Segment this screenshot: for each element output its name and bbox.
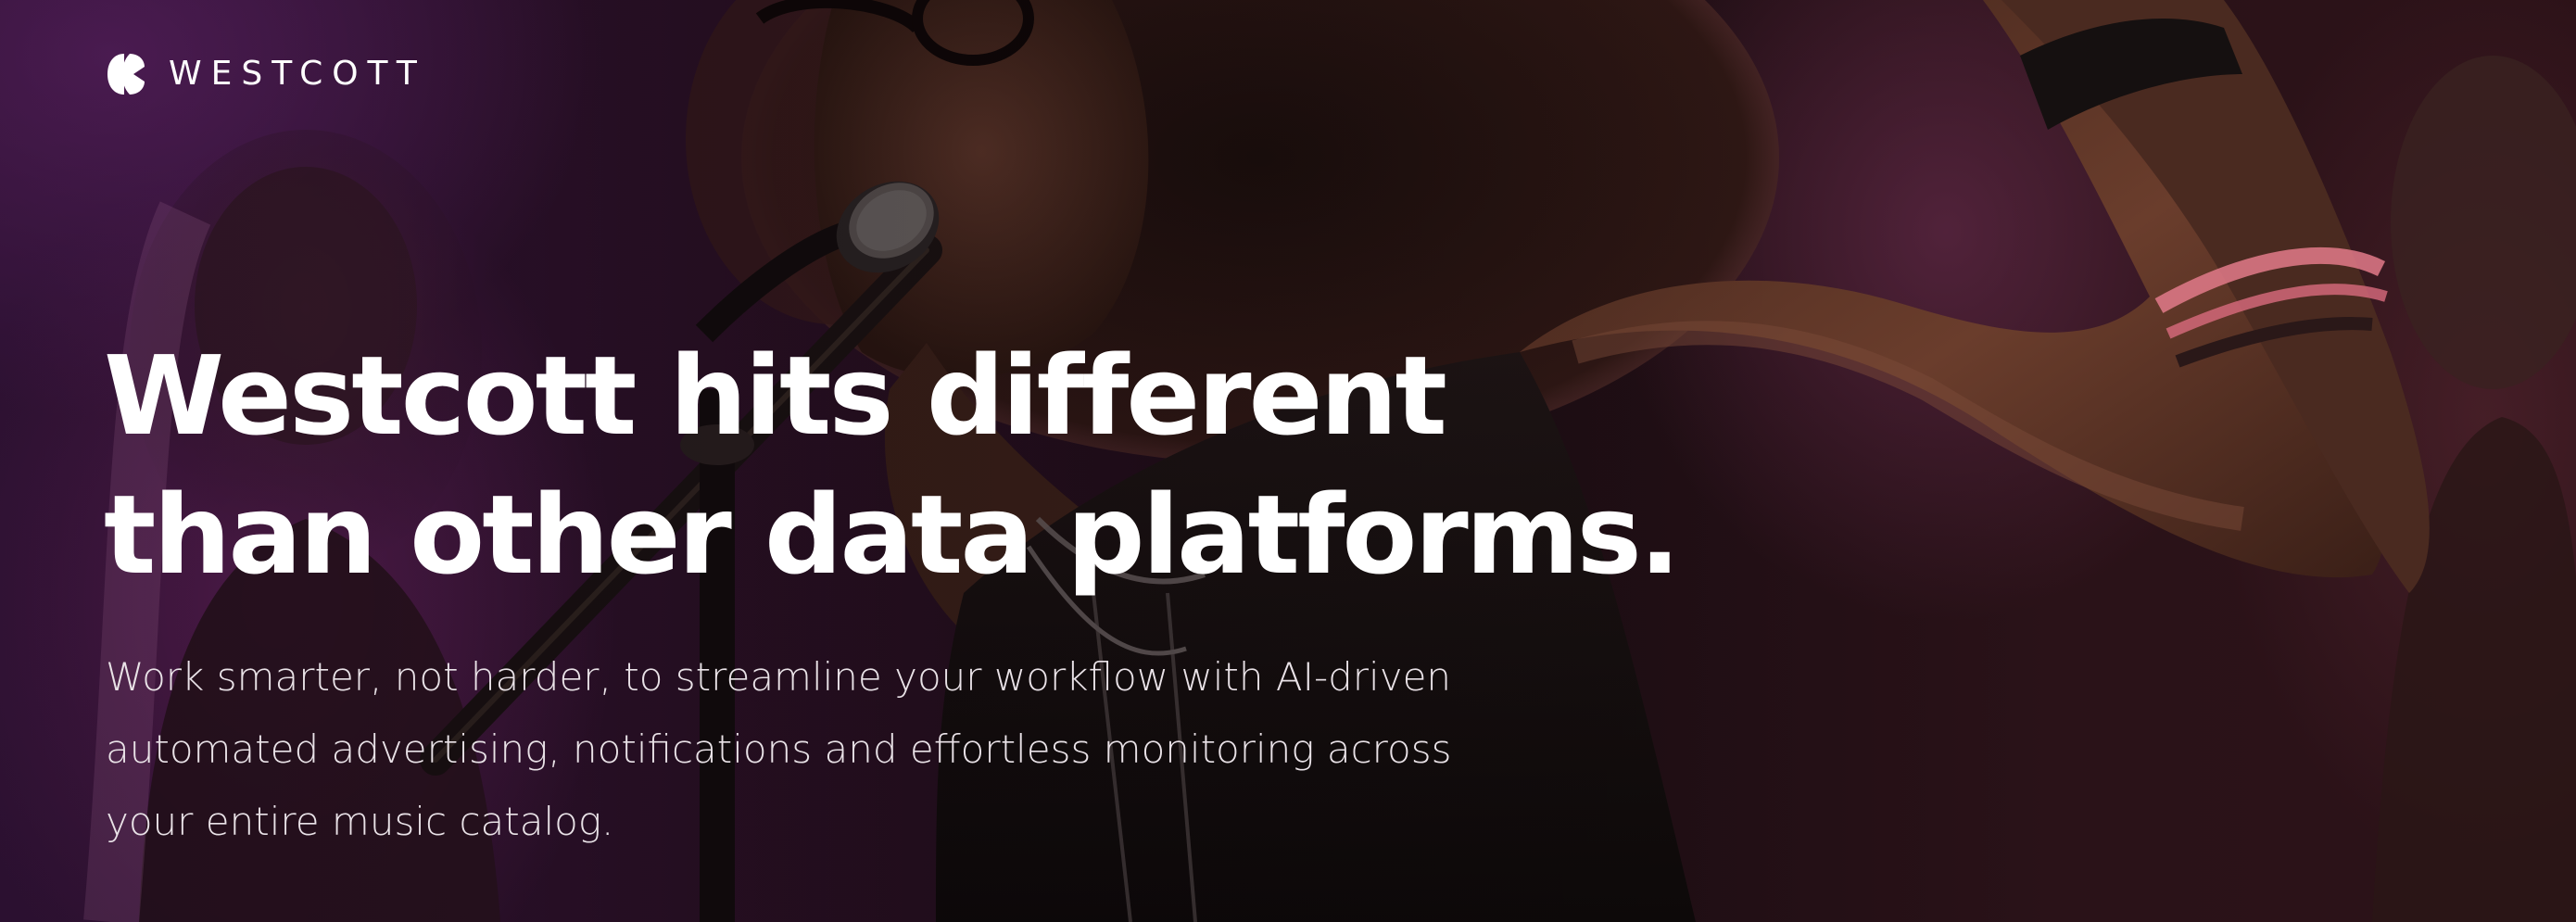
hero-subcopy-line: automated advertising, notifications and… <box>106 726 1452 772</box>
brand-logo[interactable]: WESTCOTT <box>106 52 426 96</box>
hero-headline: Westcott hits different than other data … <box>104 326 1772 604</box>
hero-subcopy-line: your entire music catalog. <box>106 799 614 844</box>
brand-name: WESTCOTT <box>169 55 426 93</box>
hero-headline-line: Westcott hits different <box>104 332 1447 460</box>
hero-section: WESTCOTT Westcott hits different than ot… <box>0 0 2576 922</box>
westcott-logo-icon <box>107 54 145 95</box>
hero-headline-line: than other data platforms. <box>104 471 1681 599</box>
hero-subcopy: Work smarter, not harder, to streamline … <box>106 641 1551 858</box>
hero-subcopy-line: Work smarter, not harder, to streamline … <box>106 654 1452 700</box>
